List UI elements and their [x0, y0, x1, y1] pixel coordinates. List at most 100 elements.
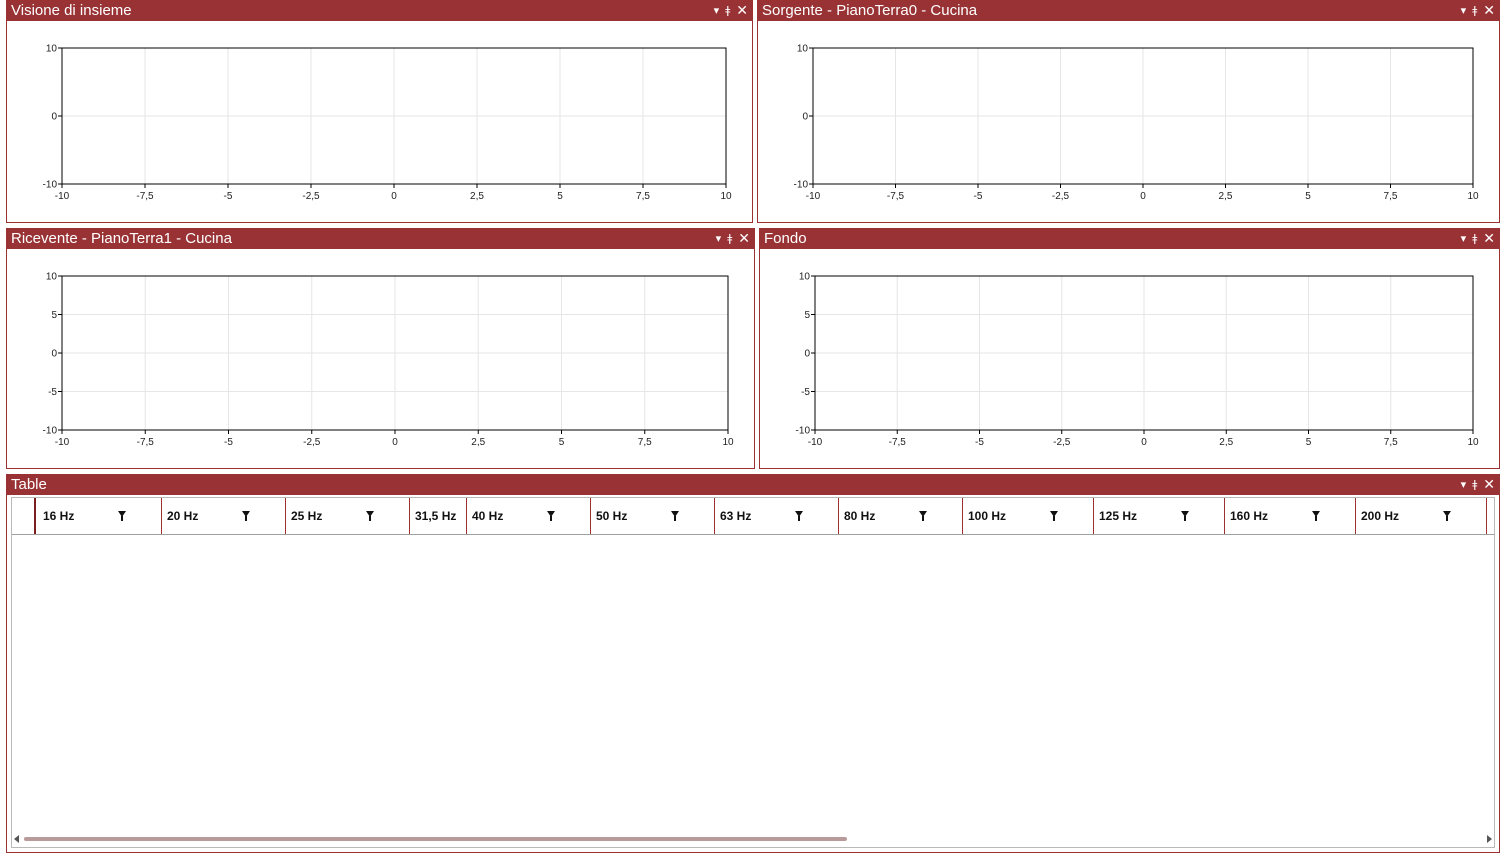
dropdown-icon[interactable]: ▾	[714, 1, 720, 21]
column-header-label: 200 Hz	[1361, 509, 1400, 523]
y-tick-label: 10	[46, 44, 58, 55]
pin-icon[interactable]: ǂ	[1472, 1, 1477, 21]
column-header-label: 50 Hz	[596, 509, 628, 523]
pin-icon[interactable]: ǂ	[727, 229, 732, 249]
x-tick-label: -5	[224, 437, 233, 448]
y-tick-label: 0	[51, 112, 57, 123]
panel-header[interactable]: Visione di insieme ▾ ǂ ✕	[7, 1, 752, 21]
x-tick-label: -2,5	[1053, 437, 1071, 448]
column-header-label: 40 Hz	[472, 509, 504, 523]
x-tick-label: 5	[559, 437, 565, 448]
filter-icon[interactable]	[1050, 511, 1058, 521]
close-icon[interactable]: ✕	[738, 229, 750, 249]
column-header[interactable]: 63 Hz	[715, 498, 839, 534]
column-header[interactable]: 40 Hz	[467, 498, 591, 534]
pin-icon[interactable]: ǂ	[725, 1, 730, 21]
filter-icon[interactable]	[1443, 511, 1451, 521]
pin-icon[interactable]: ǂ	[1472, 475, 1477, 495]
y-tick-label: 0	[51, 349, 57, 360]
column-header[interactable]: 16 Hz	[38, 498, 162, 534]
scroll-left-icon[interactable]	[14, 835, 19, 843]
filter-icon[interactable]	[671, 511, 679, 521]
x-tick-label: 7,5	[636, 191, 650, 202]
dropdown-icon[interactable]: ▾	[1461, 229, 1467, 249]
dropdown-icon[interactable]: ▾	[1461, 1, 1467, 21]
x-tick-label: 0	[392, 437, 398, 448]
panel-header[interactable]: Table ▾ ǂ ✕	[7, 475, 1499, 495]
chart-background: -10 -7,5 -5 -2,5 0 2,5 5 7,5 10 10 5 0 -5 -10	[796, 272, 1479, 449]
panel-header[interactable]: Ricevente - PianoTerra1 - Cucina ▾ ǂ ✕	[7, 229, 754, 249]
column-header[interactable]: 31,5 Hz	[410, 498, 467, 534]
column-header[interactable]: 125 Hz	[1094, 498, 1225, 534]
panel-receiver: Ricevente - PianoTerra1 - Cucina ▾ ǂ ✕ -…	[6, 228, 755, 469]
y-tick-label: -5	[48, 387, 57, 398]
panel-overview: Visione di insieme ▾ ǂ ✕ -10 -7,5 -5 -2,5 0 2…	[6, 0, 753, 223]
column-header[interactable]: 200 Hz	[1356, 498, 1487, 534]
column-header[interactable]: 160 Hz	[1225, 498, 1356, 534]
filter-icon[interactable]	[118, 511, 126, 521]
x-tick-label: 0	[1140, 191, 1146, 202]
scroll-right-icon[interactable]	[1487, 835, 1492, 843]
pin-icon[interactable]: ǂ	[1472, 229, 1477, 249]
dropdown-icon[interactable]: ▾	[1461, 475, 1467, 495]
x-tick-label: -7,5	[137, 437, 155, 448]
chart-receiver: -10 -7,5 -5 -2,5 0 2,5 5 7,5 10 10 5 0 -5 -10	[43, 272, 734, 449]
filter-icon[interactable]	[919, 511, 927, 521]
panel-title: Table	[11, 476, 47, 493]
panel-table: Table ▾ ǂ ✕ 16 Hz 20 Hz 25 Hz 31,5 Hz 40 Hz 5…	[6, 474, 1500, 853]
x-tick-label: -5	[975, 437, 984, 448]
x-tick-label: -5	[974, 191, 983, 202]
x-tick-label: -2,5	[303, 437, 321, 448]
column-header-row: 16 Hz 20 Hz 25 Hz 31,5 Hz 40 Hz 50 Hz 63 Hz 80 …	[12, 498, 1494, 535]
x-tick-label: 10	[722, 437, 734, 448]
panel-header[interactable]: Fondo ▾ ǂ ✕	[760, 229, 1499, 249]
row-header-corner[interactable]	[12, 498, 36, 534]
close-icon[interactable]: ✕	[736, 1, 748, 21]
panel-title: Visione di insieme	[11, 2, 132, 19]
column-header-label: 25 Hz	[291, 509, 323, 523]
scrollbar-thumb[interactable]	[24, 837, 847, 841]
y-tick-label: -10	[794, 180, 809, 191]
panel-title: Ricevente - PianoTerra1 - Cucina	[11, 230, 232, 247]
x-tick-label: 10	[1467, 191, 1479, 202]
x-tick-label: -7,5	[889, 437, 907, 448]
column-header-label: 20 Hz	[167, 509, 199, 523]
x-tick-label: -10	[806, 191, 821, 202]
x-tick-label: 2,5	[470, 191, 484, 202]
y-tick-label: 10	[797, 44, 809, 55]
x-tick-label: -7,5	[136, 191, 154, 202]
filter-icon[interactable]	[547, 511, 555, 521]
close-icon[interactable]: ✕	[1483, 475, 1495, 495]
filter-icon[interactable]	[242, 511, 250, 521]
y-tick-label: -10	[796, 426, 811, 437]
column-header[interactable]: 20 Hz	[162, 498, 286, 534]
y-tick-label: -10	[43, 426, 58, 437]
dropdown-icon[interactable]: ▾	[716, 229, 722, 249]
chart-source: -10 -7,5 -5 -2,5 0 2,5 5 7,5 10 10 0 -10	[794, 44, 1479, 203]
close-icon[interactable]: ✕	[1483, 229, 1495, 249]
filter-icon[interactable]	[366, 511, 374, 521]
x-tick-label: 2,5	[1219, 437, 1233, 448]
panel-header[interactable]: Sorgente - PianoTerra0 - Cucina ▾ ǂ ✕	[758, 1, 1499, 21]
horizontal-scrollbar[interactable]	[12, 833, 1494, 847]
filter-icon[interactable]	[795, 511, 803, 521]
column-header[interactable]: 25 Hz	[286, 498, 410, 534]
x-tick-label: -5	[224, 191, 233, 202]
column-header[interactable]: 50 Hz	[591, 498, 715, 534]
close-icon[interactable]: ✕	[1483, 1, 1495, 21]
x-tick-label: 0	[391, 191, 397, 202]
x-tick-label: -10	[55, 191, 70, 202]
data-grid[interactable]: 16 Hz 20 Hz 25 Hz 31,5 Hz 40 Hz 50 Hz 63 Hz 80 …	[11, 497, 1495, 848]
panel-background: Fondo ▾ ǂ ✕ -10 -7,5 -5 -2,5 0 2,5 5 7,5 10 10 5 0-…	[759, 228, 1500, 469]
filter-icon[interactable]	[1181, 511, 1189, 521]
x-tick-label: 5	[1306, 437, 1312, 448]
x-tick-label: 7,5	[1384, 437, 1398, 448]
column-header-label: 16 Hz	[43, 509, 75, 523]
x-tick-label: -7,5	[887, 191, 905, 202]
chart-overview: -10 -7,5 -5 -2,5 0 2,5 5 7,5 10 10 0 -10	[43, 44, 732, 203]
column-header[interactable]: 100 Hz	[963, 498, 1094, 534]
panel-source: Sorgente - PianoTerra0 - Cucina ▾ ǂ ✕ -1…	[757, 0, 1500, 223]
column-header-label: 31,5 Hz	[415, 509, 457, 523]
filter-icon[interactable]	[1312, 511, 1320, 521]
column-header[interactable]: 80 Hz	[839, 498, 963, 534]
